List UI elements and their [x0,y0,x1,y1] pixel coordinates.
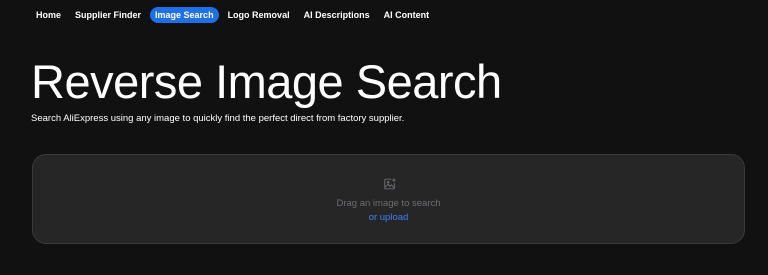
page: Home Supplier Finder Image Search Logo R… [0,0,768,275]
upload-link[interactable]: or upload [33,212,744,223]
nav-item-logo-removal[interactable]: Logo Removal [223,7,295,23]
image-add-icon [384,178,396,190]
nav-item-supplier-finder[interactable]: Supplier Finder [70,7,146,23]
image-dropzone[interactable]: Drag an image to search or upload [32,154,745,244]
page-title: Reverse Image Search [31,55,502,108]
page-subtitle: Search AliExpress using any image to qui… [31,113,405,124]
dropzone-prompt: Drag an image to search [336,198,441,209]
nav-item-image-search[interactable]: Image Search [150,7,219,23]
top-nav: Home Supplier Finder Image Search Logo R… [31,7,438,23]
nav-item-ai-descriptions[interactable]: AI Descriptions [299,7,375,23]
nav-item-ai-content[interactable]: AI Content [379,7,435,23]
nav-item-home[interactable]: Home [31,7,66,23]
